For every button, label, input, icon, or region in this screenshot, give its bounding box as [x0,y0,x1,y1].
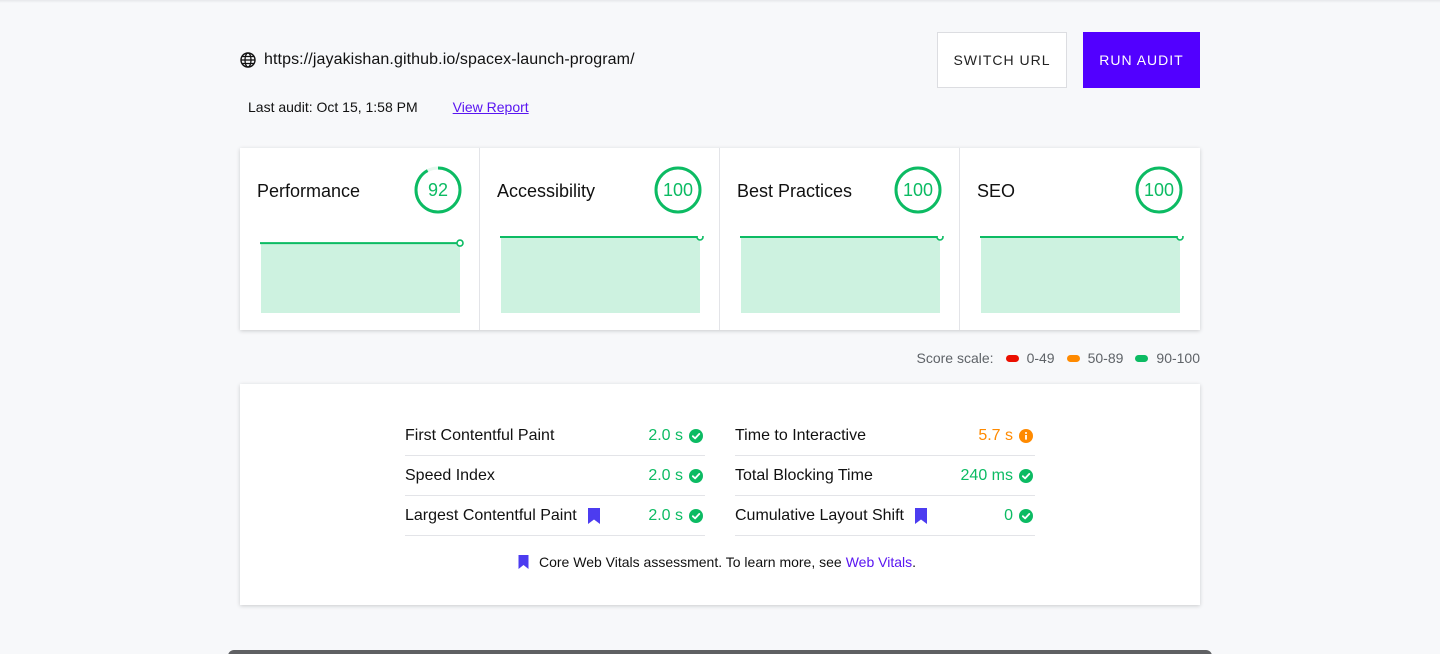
score-value: 92 [427,179,449,200]
metric-row: Time to Interactive 5.7 s [735,416,1035,456]
trend-point [1176,236,1184,241]
metric-row: Speed Index 2.0 s [405,456,705,496]
status-circle [689,468,703,483]
status-circle [1019,508,1033,523]
switch-url-button[interactable]: SWITCH URL [937,32,1067,88]
metric-value: 0 [1004,506,1013,524]
pass-check-icon [689,508,703,523]
next-panel-edge [228,650,1212,654]
trend-point [456,239,464,247]
trend-point [696,236,704,241]
scale-range-label: 50-89 [1087,350,1124,366]
score-cards: Performance 92 Accessibility 100 Best Pr… [240,148,1200,330]
run-audit-button[interactable]: RUN AUDIT [1083,32,1200,88]
metrics-panel [240,384,1200,605]
score-card-best-practices[interactable]: Best Practices 100 [720,148,960,330]
scale-orange-pill [1066,354,1080,362]
metric-row: Largest Contentful Paint 2.0 s [405,496,705,536]
metric-row: Total Blocking Time 240 ms [735,456,1035,496]
web-vitals-link[interactable]: Web Vitals [846,554,912,570]
metrics-column-right: Time to Interactive 5.7 s Total Blocking… [735,416,1035,536]
audited-url: https://jayakishan.github.io/spacex-laun… [264,51,635,68]
trend-area [981,237,1180,313]
metric-value: 240 ms [960,466,1013,484]
pass-check-icon [1019,468,1033,483]
trend-point [936,236,944,241]
last-audit-text: Last audit: Oct 15, 1:58 PM [248,99,418,115]
status-circle [689,508,703,523]
globe-icon [240,52,256,68]
score-trend-chart [260,239,464,313]
score-value: 100 [1143,179,1175,200]
scale-range-label: 0-49 [1026,350,1055,366]
core-web-vitals-note: Core Web Vitals assessment. To learn mor… [518,554,916,570]
pass-check-icon [689,468,703,483]
pass-check-icon [689,428,703,443]
metric-label: First Contentful Paint [405,426,555,444]
metric-label: Total Blocking Time [735,466,873,484]
metric-value: 2.0 s [648,426,683,444]
trend-area [741,237,940,313]
metric-row: Cumulative Layout Shift 0 [735,496,1035,536]
trend-area [501,237,700,313]
metric-label: Largest Contentful Paint [405,507,601,525]
status-circle [689,428,703,443]
metric-row: First Contentful Paint 2.0 s [405,416,705,456]
score-trend-chart [740,236,944,313]
last-audit-row: Last audit: Oct 15, 1:58 PM View Report [248,99,529,115]
score-value: 100 [662,179,694,200]
status-circle [1019,468,1033,483]
score-card-title: SEO [977,181,1016,201]
metric-value: 5.7 s [978,426,1013,444]
metric-label: Cumulative Layout Shift [735,507,928,525]
score-scale-legend: Score scale: 0-49 50-89 90-100 [917,350,1200,366]
scale-range-label: 90-100 [1156,350,1200,366]
score-card-title: Accessibility [497,181,596,201]
metric-value: 2.0 s [648,466,683,484]
pass-check-icon [1019,508,1033,523]
score-scale-label: Score scale: [916,350,994,366]
top-shadow [0,0,1440,3]
footer-period: . [912,554,916,570]
score-value: 100 [902,179,934,200]
scale-green-pill [1135,354,1149,362]
score-card-title: Best Practices [737,181,853,201]
info-icon [1019,428,1033,443]
score-card-accessibility[interactable]: Accessibility 100 [480,148,720,330]
metric-label: Speed Index [405,466,495,484]
url-row: https://jayakishan.github.io/spacex-laun… [240,50,635,70]
bookmark-icon [518,555,529,569]
view-report-link[interactable]: View Report [453,99,529,115]
score-card-seo[interactable]: SEO 100 [960,148,1200,330]
trend-area [261,243,460,313]
metric-label: Time to Interactive [735,426,867,444]
scale-red-pill [1005,354,1019,362]
score-card-title: Performance [257,181,361,201]
info-stem [1025,434,1027,440]
metrics-column-left: First Contentful Paint 2.0 s Speed Index… [405,416,705,536]
bookmark-icon [914,507,927,524]
score-trend-chart [500,236,704,313]
info-dot [1024,431,1028,434]
score-card-performance[interactable]: Performance 92 [240,148,480,330]
core-web-vitals-text: Core Web Vitals assessment. To learn mor… [539,554,842,570]
score-trend-chart [980,236,1184,313]
metric-value: 2.0 s [648,506,683,524]
bookmark-icon [587,507,600,524]
